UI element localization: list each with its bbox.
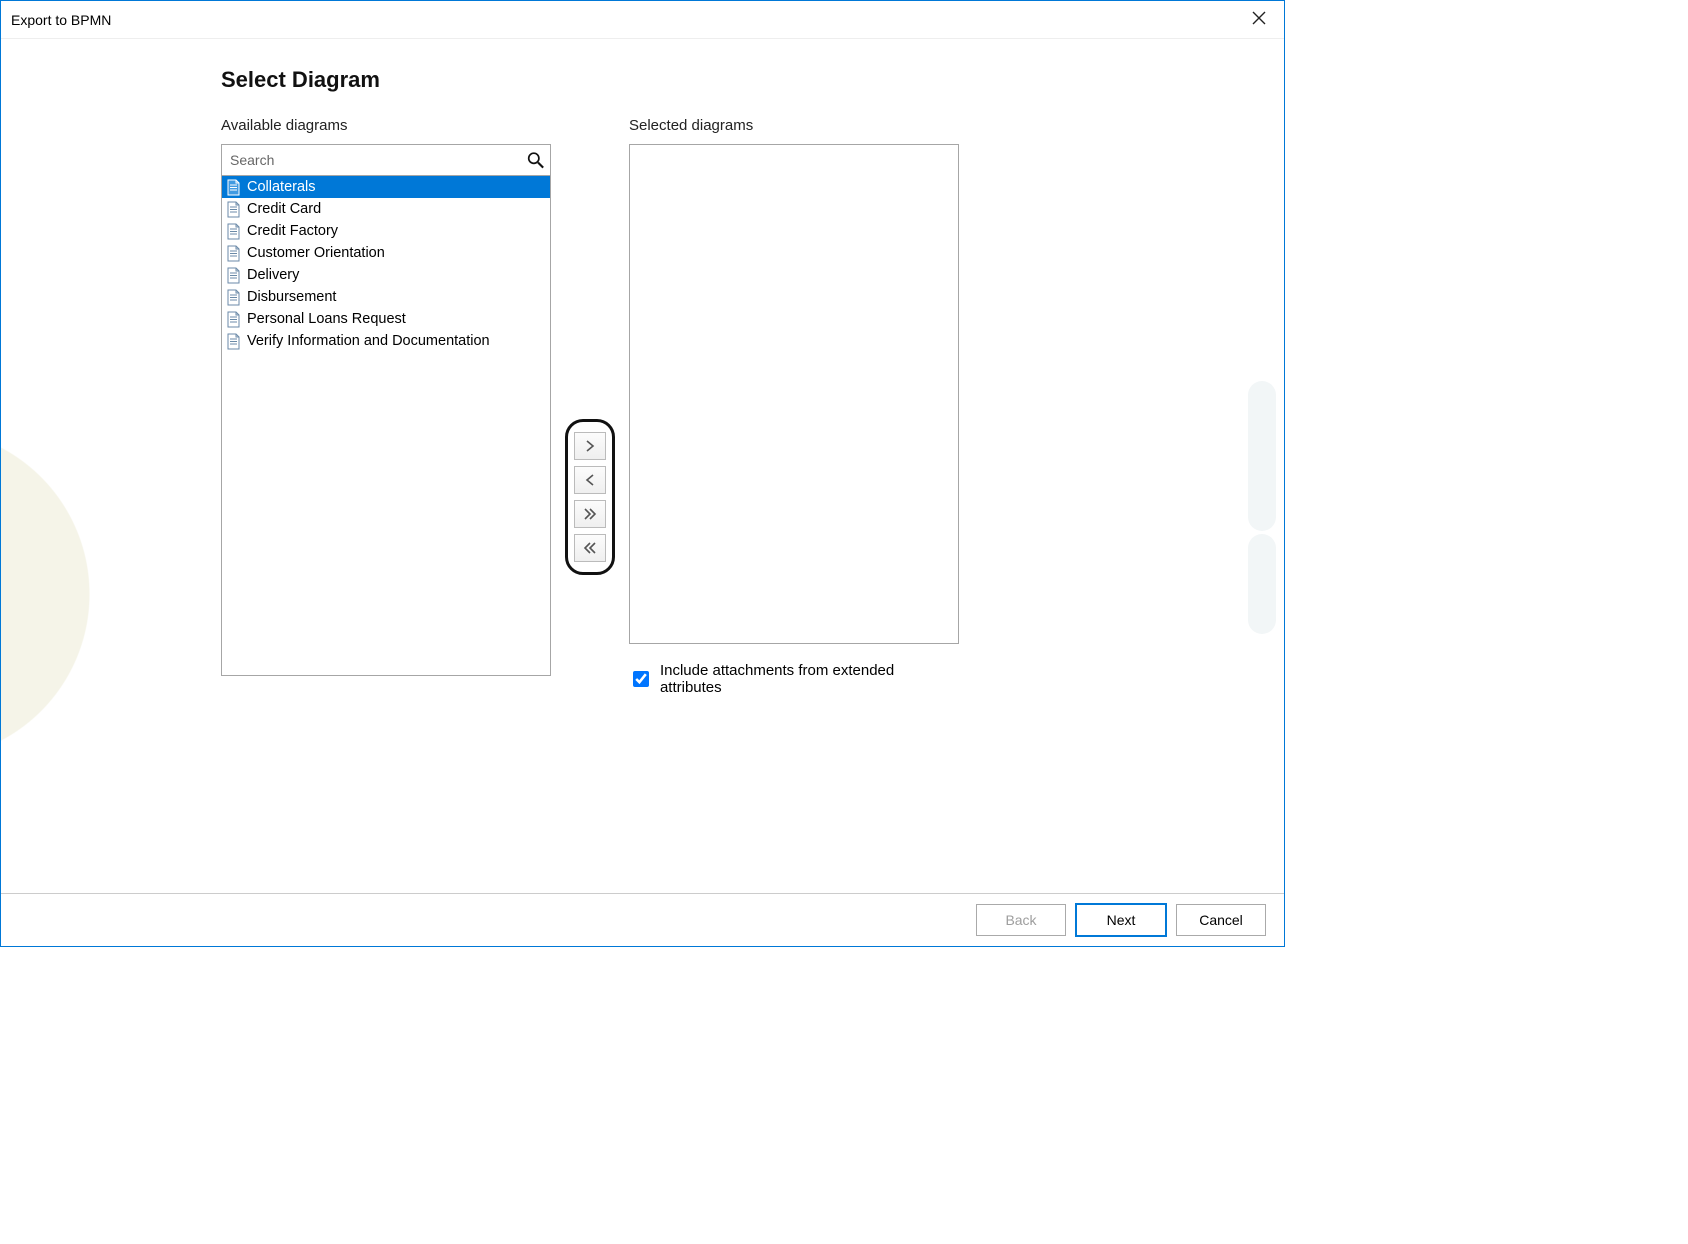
add-all-button[interactable] [574, 500, 606, 528]
list-item-label: Verify Information and Documentation [247, 333, 490, 349]
document-icon [226, 311, 241, 328]
available-diagrams-label: Available diagrams [221, 117, 551, 134]
chevron-right-icon [583, 439, 597, 453]
list-item[interactable]: Collaterals [222, 176, 550, 198]
document-icon [226, 201, 241, 218]
list-item-label: Customer Orientation [247, 245, 385, 261]
remove-button[interactable] [574, 466, 606, 494]
close-icon [1252, 11, 1266, 28]
transfer-buttons-group [565, 419, 615, 575]
remove-all-button[interactable] [574, 534, 606, 562]
search-wrapper [221, 144, 551, 176]
list-item-label: Delivery [247, 267, 299, 283]
double-chevron-left-icon [583, 541, 597, 555]
list-item-label: Collaterals [247, 179, 316, 195]
back-button[interactable]: Back [976, 904, 1066, 936]
list-item-label: Credit Card [247, 201, 321, 217]
list-item-label: Credit Factory [247, 223, 338, 239]
document-icon [226, 223, 241, 240]
diagram-picker: Available diagrams Collaterals Credit Car… [221, 117, 1244, 696]
page-title: Select Diagram [221, 67, 1244, 93]
document-icon [226, 267, 241, 284]
list-item[interactable]: Customer Orientation [222, 242, 550, 264]
list-item[interactable]: Delivery [222, 264, 550, 286]
include-attachments-label: Include attachments from extended attrib… [660, 662, 959, 696]
list-item[interactable]: Credit Factory [222, 220, 550, 242]
export-bpmn-window: Export to BPMN Select Diagram Available … [0, 0, 1285, 947]
list-item[interactable]: Credit Card [222, 198, 550, 220]
list-item[interactable]: Disbursement [222, 286, 550, 308]
list-item-label: Disbursement [247, 289, 336, 305]
document-icon [226, 245, 241, 262]
content-area: Select Diagram Available diagrams Collat… [1, 39, 1284, 893]
selected-diagrams-list[interactable] [629, 144, 959, 644]
chevron-left-icon [583, 473, 597, 487]
cancel-button[interactable]: Cancel [1176, 904, 1266, 936]
selected-diagrams-label: Selected diagrams [629, 117, 959, 134]
list-item-label: Personal Loans Request [247, 311, 406, 327]
document-icon [226, 289, 241, 306]
double-chevron-right-icon [583, 507, 597, 521]
window-title: Export to BPMN [11, 12, 111, 28]
list-item[interactable]: Verify Information and Documentation [222, 330, 550, 352]
search-input[interactable] [222, 145, 550, 175]
document-icon [226, 333, 241, 350]
include-attachments-option[interactable]: Include attachments from extended attrib… [629, 662, 959, 696]
titlebar: Export to BPMN [1, 1, 1284, 39]
wizard-footer: Back Next Cancel [1, 893, 1284, 946]
include-attachments-checkbox[interactable] [633, 671, 649, 687]
close-button[interactable] [1236, 1, 1281, 38]
add-button[interactable] [574, 432, 606, 460]
list-item[interactable]: Personal Loans Request [222, 308, 550, 330]
next-button[interactable]: Next [1076, 904, 1166, 936]
available-diagrams-list[interactable]: Collaterals Credit Card Credit Factory Cust… [221, 176, 551, 676]
document-icon [226, 179, 241, 196]
